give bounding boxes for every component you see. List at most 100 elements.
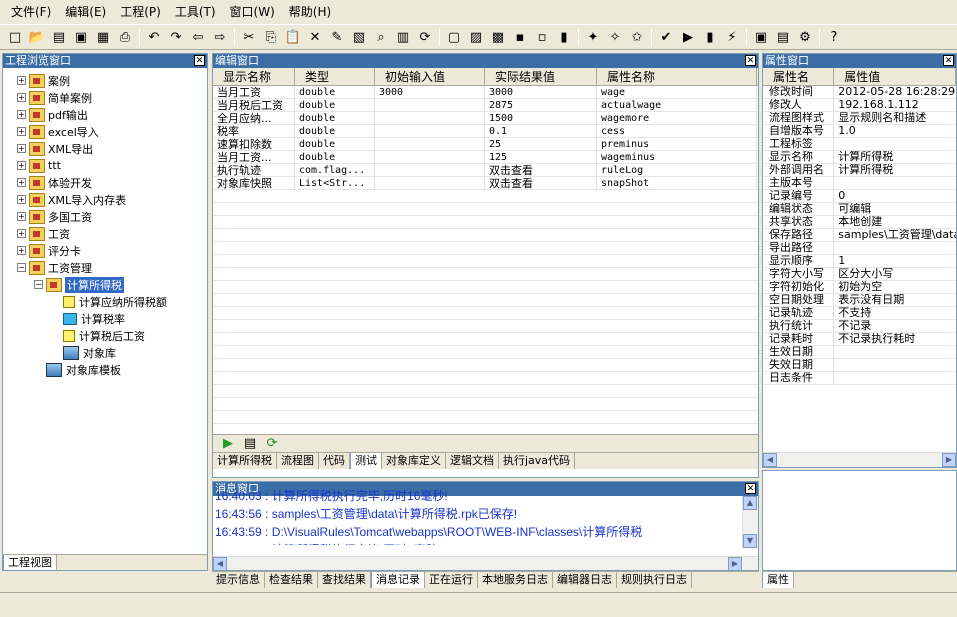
check-icon[interactable]: ✔ bbox=[655, 26, 677, 48]
tree-item[interactable]: + pdf输出 bbox=[3, 106, 207, 123]
properties-icon[interactable]: ▥ bbox=[392, 26, 414, 48]
property-row[interactable]: 工程标签 bbox=[763, 138, 956, 151]
expand-icon[interactable]: + bbox=[17, 110, 26, 119]
settings-icon[interactable]: ⚙ bbox=[794, 26, 816, 48]
property-row[interactable]: 自增版本号 1.0 bbox=[763, 125, 956, 138]
find-icon[interactable]: ▧ bbox=[348, 26, 370, 48]
column-header[interactable]: 初始输入值 bbox=[375, 68, 485, 85]
expand-icon[interactable]: + bbox=[17, 178, 26, 187]
close-icon[interactable]: ✕ bbox=[194, 55, 205, 66]
property-value[interactable]: 不记录 bbox=[834, 320, 956, 332]
editor-tab[interactable]: 逻辑文档 bbox=[446, 453, 499, 469]
message-tab[interactable]: 检查结果 bbox=[265, 572, 318, 588]
table-cell[interactable]: 速算扣除数 bbox=[213, 138, 295, 151]
test-grid[interactable]: 当月工资 double 3000 3000 wage 当月税后工资 double 2875 ac… bbox=[213, 86, 758, 434]
property-row[interactable]: 修改人 192.168.1.112 bbox=[763, 99, 956, 112]
editor-tab[interactable]: 流程图 bbox=[277, 453, 319, 469]
property-row[interactable]: 流程图样式 显示规则名和描述 bbox=[763, 112, 956, 125]
property-value[interactable] bbox=[834, 372, 956, 384]
table-row[interactable]: 当月税后工资 double 2875 actualwage bbox=[213, 99, 758, 112]
property-value[interactable] bbox=[834, 138, 956, 150]
save-all-icon[interactable]: ▦ bbox=[92, 26, 114, 48]
message-tab[interactable]: 编辑器日志 bbox=[553, 572, 617, 588]
property-value[interactable]: 表示没有日期 bbox=[834, 294, 956, 306]
property-value[interactable]: 计算所得税 bbox=[834, 164, 956, 176]
message-tab[interactable]: 本地服务日志 bbox=[478, 572, 553, 588]
table-cell[interactable]: preminus bbox=[597, 138, 757, 151]
tree-item[interactable]: + 多国工资 bbox=[3, 208, 207, 225]
back-icon[interactable]: ⇦ bbox=[187, 26, 209, 48]
table-cell[interactable] bbox=[375, 125, 485, 138]
property-row[interactable]: 修改时间 2012-05-28 16:28:29 bbox=[763, 86, 956, 99]
tree-item[interactable]: + 工资 bbox=[3, 225, 207, 242]
table-cell[interactable]: double bbox=[295, 125, 375, 138]
table-cell[interactable]: 2875 bbox=[485, 99, 597, 112]
close-icon[interactable]: ✕ bbox=[745, 55, 756, 66]
table-cell[interactable]: 当月工资... bbox=[213, 151, 295, 164]
property-value[interactable]: 初始为空 bbox=[834, 281, 956, 293]
tree-item[interactable]: + 体验开发 bbox=[3, 174, 207, 191]
property-value[interactable] bbox=[834, 346, 956, 358]
message-horizontal-scrollbar[interactable]: ◀ ▶ bbox=[213, 556, 758, 570]
copy-icon[interactable]: ⎘ bbox=[260, 26, 282, 48]
table-cell[interactable]: double bbox=[295, 99, 375, 112]
undo-icon[interactable]: ↶ bbox=[143, 26, 165, 48]
table-cell[interactable]: wagemore bbox=[597, 112, 757, 125]
scroll-up-icon[interactable]: ▲ bbox=[743, 496, 757, 510]
property-value[interactable]: 显示规则名和描述 bbox=[834, 112, 956, 124]
add-object-icon[interactable]: ▪ bbox=[509, 26, 531, 48]
expand-icon[interactable]: + bbox=[17, 76, 26, 85]
table-cell[interactable]: actualwage bbox=[597, 99, 757, 112]
property-row[interactable]: 字符初始化 初始为空 bbox=[763, 281, 956, 294]
menu-item-3[interactable]: 工具(T) bbox=[168, 2, 223, 22]
property-grid[interactable]: 修改时间 2012-05-28 16:28:29 修改人 192.168.1.112 流… bbox=[763, 86, 956, 385]
tree-item[interactable]: 对象库模板 bbox=[3, 361, 207, 378]
print-icon[interactable]: ⎙ bbox=[114, 26, 136, 48]
property-row[interactable]: 空日期处理 表示没有日期 bbox=[763, 294, 956, 307]
table-row[interactable]: 税率 double 0.1 cess bbox=[213, 125, 758, 138]
open-icon[interactable]: 📂 bbox=[26, 26, 48, 48]
tree-item[interactable]: + XML导出 bbox=[3, 140, 207, 157]
property-value[interactable]: 1.0 bbox=[834, 125, 956, 137]
tree-item[interactable]: + 评分卡 bbox=[3, 242, 207, 259]
editor-tab[interactable]: 执行java代码 bbox=[499, 453, 576, 469]
menu-item-4[interactable]: 窗口(W) bbox=[223, 2, 282, 22]
table-cell[interactable]: 全月应纳... bbox=[213, 112, 295, 125]
deploy-icon[interactable]: ▤ bbox=[772, 26, 794, 48]
menu-item-1[interactable]: 编辑(E) bbox=[58, 2, 113, 22]
property-row[interactable]: 字符大小写 区分大小写 bbox=[763, 268, 956, 281]
table-cell[interactable] bbox=[375, 112, 485, 125]
editor-tab[interactable]: 代码 bbox=[319, 453, 350, 469]
property-row[interactable]: 记录编号 0 bbox=[763, 190, 956, 203]
table-cell[interactable] bbox=[375, 151, 485, 164]
tab-properties[interactable]: 属性 bbox=[762, 572, 794, 588]
publish-icon[interactable]: ▣ bbox=[750, 26, 772, 48]
forward-icon[interactable]: ⇨ bbox=[209, 26, 231, 48]
tab-project-view[interactable]: 工程视图 bbox=[3, 555, 57, 570]
table-cell[interactable]: 3000 bbox=[485, 86, 597, 99]
property-row[interactable]: 记录轨迹 不支持 bbox=[763, 307, 956, 320]
table-cell[interactable]: double bbox=[295, 138, 375, 151]
editor-tab[interactable]: 计算所得税 bbox=[213, 453, 277, 469]
help-icon[interactable]: ? bbox=[823, 26, 845, 48]
tree-item[interactable]: + excel导入 bbox=[3, 123, 207, 140]
column-header[interactable]: 实际结果值 bbox=[485, 68, 597, 85]
tree-item[interactable]: + 简单案例 bbox=[3, 89, 207, 106]
property-row[interactable]: 保存路径 samples\工资管理\data bbox=[763, 229, 956, 242]
property-value[interactable] bbox=[834, 177, 956, 189]
table-row[interactable]: 速算扣除数 double 25 preminus bbox=[213, 138, 758, 151]
tree-item[interactable]: 计算应纳所得税额 bbox=[3, 293, 207, 310]
tree-item[interactable]: + 案例 bbox=[3, 72, 207, 89]
column-header[interactable]: 属性名称 bbox=[597, 68, 757, 85]
property-row[interactable]: 失效日期 bbox=[763, 359, 956, 372]
property-value[interactable]: 0 bbox=[834, 190, 956, 202]
wand-icon[interactable]: ✦ bbox=[582, 26, 604, 48]
table-cell[interactable]: 当月工资 bbox=[213, 86, 295, 99]
scroll-left-icon[interactable]: ◀ bbox=[763, 453, 777, 467]
table-cell[interactable]: 双击查看 bbox=[485, 164, 597, 177]
property-row[interactable]: 编辑状态 可编辑 bbox=[763, 203, 956, 216]
delete-icon[interactable]: ✕ bbox=[304, 26, 326, 48]
property-value[interactable]: samples\工资管理\data bbox=[834, 229, 956, 241]
edit-icon[interactable]: ✎ bbox=[326, 26, 348, 48]
property-value[interactable] bbox=[834, 359, 956, 371]
